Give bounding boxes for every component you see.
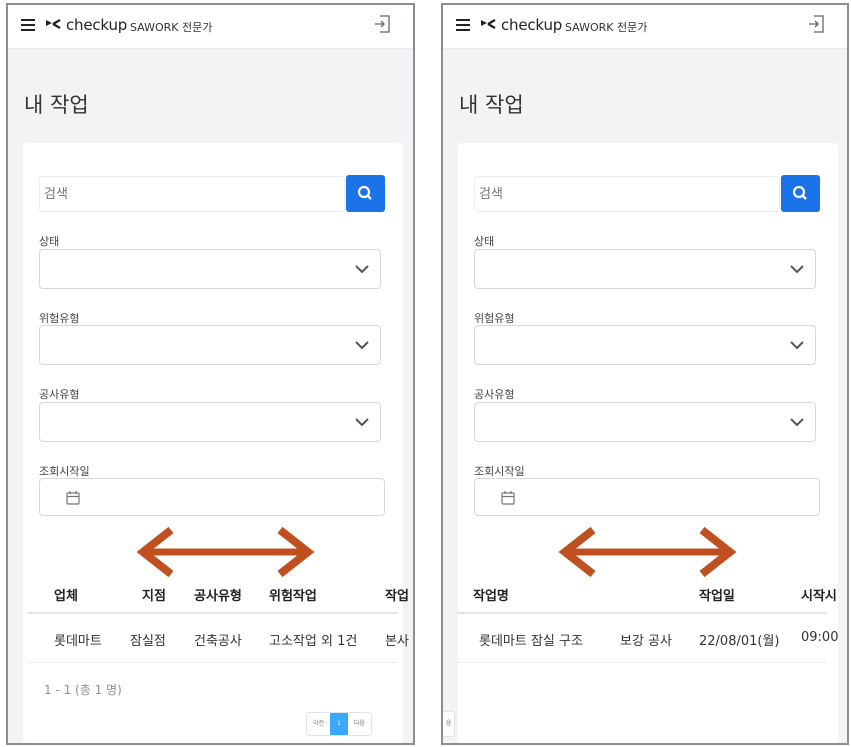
table-cell[interactable]: 본사 [385, 630, 409, 649]
table-cell[interactable]: 09:00 [801, 630, 838, 645]
table-header: 작업명 작업일 시작시 [457, 568, 837, 614]
next-page-fragment: 음 [445, 720, 452, 727]
row-divider [28, 662, 398, 663]
work-table: 업체 지점 공사유형 위험작업 작업 롯데마트 잠실점 건축공사 고소작업 외 … [28, 5, 409, 743]
prev-page-button[interactable]: 이전 [307, 713, 330, 735]
result-summary: 1 - 1 (총 1 명) [44, 683, 122, 697]
pagination: 이전 1 다음 [306, 712, 372, 736]
column-header: 공사유형 [194, 589, 242, 604]
column-header: 작업 [385, 589, 409, 604]
table-cell[interactable]: 고소작업 외 1건 [269, 630, 357, 649]
phone-screen-left: checkup SAWORK 전문가 내 작업 상태 위험유형 공사유형 [6, 3, 415, 745]
column-header: 업체 [54, 589, 78, 604]
row-divider [457, 662, 827, 663]
table-cell[interactable]: 롯데마트 잠실 구조 [479, 630, 583, 649]
page-button[interactable]: 1 [330, 713, 348, 735]
table-cell[interactable]: 롯데마트 [54, 630, 102, 649]
work-table: 작업명 작업일 시작시 롯데마트 잠실 구조 보강 공사 22/08/01(월)… [457, 5, 838, 743]
table-header: 업체 지점 공사유형 위험작업 작업 [28, 568, 409, 614]
phone-screen-right: checkup SAWORK 전문가 내 작업 상태 위험유형 공사유형 [441, 3, 849, 745]
table-cell[interactable]: 22/08/01(월) [699, 630, 780, 649]
column-header: 작업명 [473, 589, 509, 604]
table-cell[interactable]: 건축공사 [194, 630, 242, 649]
next-page-button[interactable]: 다음 [348, 713, 371, 735]
column-header: 작업일 [699, 589, 735, 604]
table-cell[interactable]: 보강 공사 [620, 630, 672, 649]
column-header: 시작시 [801, 589, 837, 604]
column-header: 지점 [142, 589, 166, 604]
pagination-edge[interactable]: 음 [443, 711, 455, 737]
column-header: 위험작업 [269, 589, 317, 604]
table-cell[interactable]: 잠실점 [130, 630, 166, 649]
